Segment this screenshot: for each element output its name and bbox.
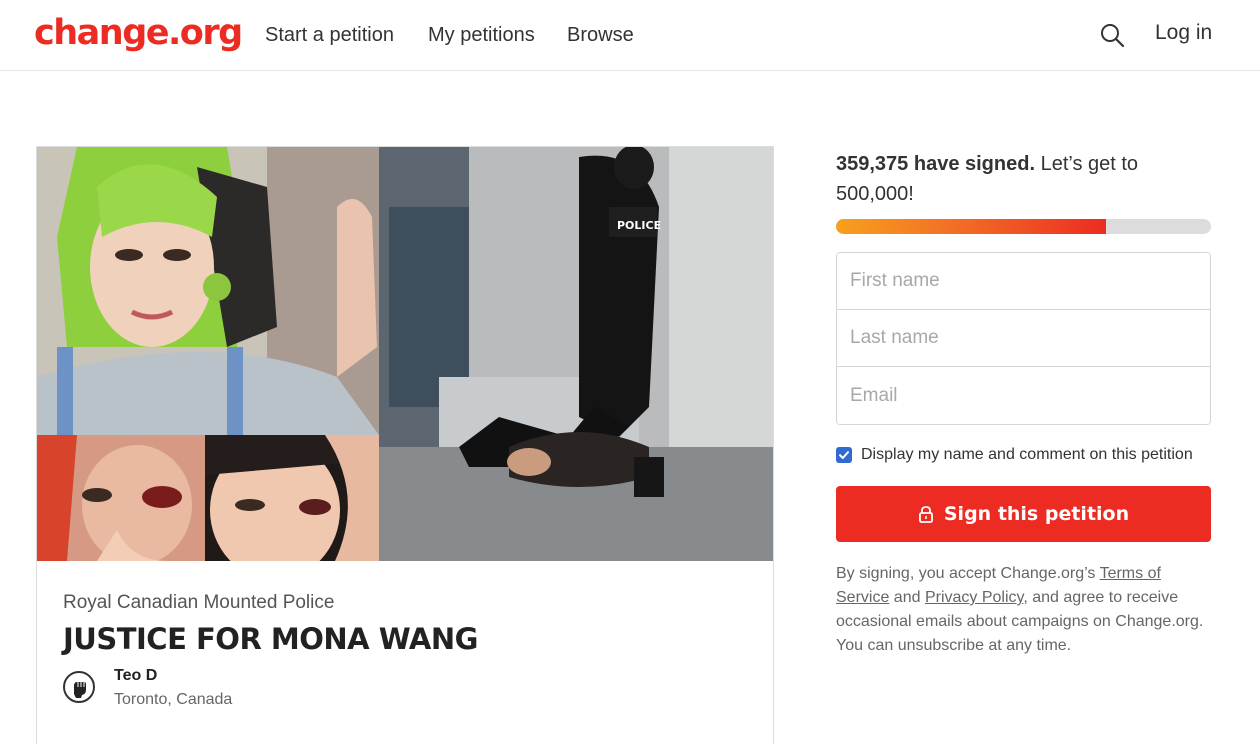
nav-browse[interactable]: Browse: [567, 22, 634, 48]
search-icon[interactable]: [1098, 20, 1128, 50]
petition-hero-image: POLICE: [37, 147, 773, 561]
lock-icon: [918, 506, 933, 523]
injury-photo-1: [37, 435, 205, 561]
progress-fill: [836, 219, 1106, 234]
author-name[interactable]: Teo D: [114, 665, 157, 687]
site-header: change.org Start a petition My petitions…: [0, 0, 1260, 71]
consent-label: Display my name and comment on this peti…: [861, 446, 1193, 463]
injury-photo-2: [205, 435, 379, 561]
signed-count: 359,375 have signed.: [836, 153, 1036, 175]
change-org-logo[interactable]: change.org: [34, 10, 243, 56]
petition-card: POLICE Royal Canadian Mounted Police JUS…: [36, 146, 774, 744]
legal-text-2: and: [889, 589, 925, 606]
display-name-checkbox[interactable]: [836, 447, 852, 463]
last-name-field[interactable]: [837, 310, 1210, 367]
portrait-photo: [37, 147, 379, 435]
author-location: Toronto, Canada: [114, 691, 233, 708]
legal-disclaimer: By signing, you accept Change.org’s Term…: [836, 562, 1216, 658]
signing-form: [836, 252, 1211, 425]
nav-my-petitions[interactable]: My petitions: [428, 22, 535, 48]
signature-progress-bar: [836, 219, 1211, 234]
sign-button-label: Sign this petition: [943, 503, 1130, 525]
signature-goal: 359,375 have signed. Let’s get to 500,00…: [836, 149, 1216, 209]
petition-target[interactable]: Royal Canadian Mounted Police: [63, 591, 334, 615]
login-link[interactable]: Log in: [1155, 20, 1212, 46]
privacy-policy-link[interactable]: Privacy Policy: [925, 589, 1023, 606]
incident-photo: POLICE: [379, 147, 773, 561]
display-name-consent: Display my name and comment on this peti…: [836, 445, 1193, 465]
petition-title: JUSTICE FOR MONA WANG: [63, 622, 478, 656]
nav-start-petition[interactable]: Start a petition: [265, 22, 394, 48]
sign-petition-button[interactable]: Sign this petition: [836, 486, 1211, 542]
police-vest-label: POLICE: [617, 219, 661, 232]
checkmark-icon: [839, 451, 849, 459]
first-name-field[interactable]: [837, 253, 1210, 310]
raised-fist-icon: [74, 682, 86, 698]
author-avatar[interactable]: [63, 671, 95, 703]
email-field[interactable]: [837, 367, 1210, 424]
legal-text-1: By signing, you accept Change.org’s: [836, 565, 1100, 582]
